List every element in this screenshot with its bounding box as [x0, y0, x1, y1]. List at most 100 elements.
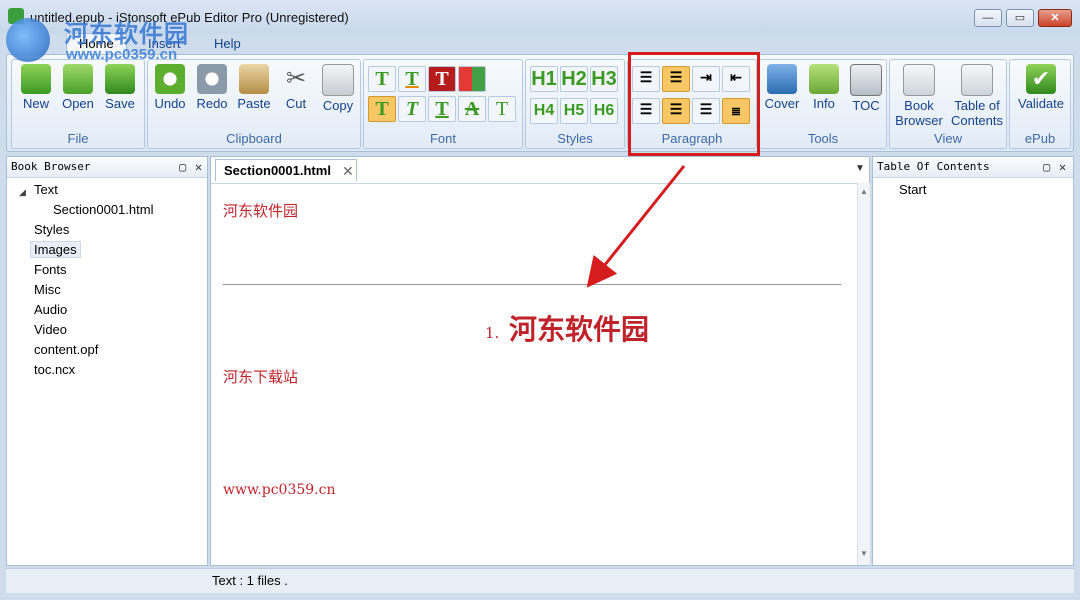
toc-float-icon[interactable]: ▢	[1043, 157, 1050, 177]
tree-item-video[interactable]: Video	[34, 322, 67, 337]
panel-close-icon[interactable]: ✕	[195, 157, 202, 177]
doc-line-1: 河东软件园	[223, 202, 299, 220]
validate-button[interactable]: ✔ Validate	[1012, 64, 1070, 111]
doc-line-3: www.pc0359.cn	[223, 482, 336, 498]
undo-button[interactable]: Undo	[150, 64, 190, 111]
tab-help[interactable]: Help	[202, 34, 253, 54]
close-icon: ✕	[1050, 12, 1060, 24]
table-of-contents-button[interactable]: Table of Contents	[948, 64, 1006, 128]
italic-button[interactable]: T	[398, 96, 426, 122]
save-button[interactable]: Save	[100, 64, 140, 111]
maximize-button[interactable]: ▭	[1006, 9, 1034, 27]
paragraph-highlight-box	[628, 52, 760, 156]
font-background-button[interactable]: T	[428, 66, 456, 92]
save-icon	[105, 64, 135, 94]
heading-1-button[interactable]: H1	[530, 66, 558, 92]
epub-group: ✔ Validate ePub	[1009, 59, 1071, 149]
new-icon	[21, 64, 51, 94]
editor-pane: Section0001.html ✕ ▼ 河东软件园 1. 河东软件园 河东下载…	[210, 156, 870, 566]
tools-group: Cover Info TOC Tools	[759, 59, 887, 149]
tree-item-audio[interactable]: Audio	[34, 302, 67, 317]
bold-button[interactable]: T	[368, 96, 396, 122]
tab-label: Section0001.html	[224, 163, 331, 178]
tree-item-content-opf[interactable]: content.opf	[34, 342, 98, 357]
vertical-scrollbar[interactable]: ▲ ▼	[857, 183, 870, 565]
book-browser-button[interactable]: Book Browser	[892, 64, 946, 128]
toc-button[interactable]: TOC	[846, 64, 886, 113]
file-group-label: File	[67, 131, 89, 146]
tree-item-section0001[interactable]: Section0001.html	[53, 202, 153, 217]
paste-button[interactable]: Paste	[234, 64, 274, 111]
clipboard-group-label: Clipboard	[226, 131, 282, 146]
heading-4-button[interactable]: H4	[530, 98, 558, 124]
clipboard-group: Undo Redo Paste ✂ Cut Copy Clipboard	[147, 59, 361, 149]
info-icon	[809, 64, 839, 94]
file-group: New Open Save File	[11, 59, 145, 149]
normal-text-button[interactable]: T	[488, 96, 516, 122]
cut-button[interactable]: ✂ Cut	[276, 64, 316, 111]
info-button[interactable]: Info	[804, 64, 844, 111]
font-color-button[interactable]: T	[368, 66, 396, 92]
horizontal-rule	[223, 284, 841, 285]
tree-item-images[interactable]: Images	[30, 241, 81, 258]
panel-float-icon[interactable]: ▢	[179, 157, 186, 177]
tree-item-toc-ncx[interactable]: toc.ncx	[34, 362, 75, 377]
strikethrough-button[interactable]: A	[458, 96, 486, 122]
copy-button[interactable]: Copy	[318, 64, 358, 113]
font-group: T T T T T T A T Font	[363, 59, 523, 149]
book-browser-title: Book Browser	[11, 160, 91, 173]
document-content[interactable]: 河东软件园 1. 河东软件园 河东下载站 www.pc0359.cn	[211, 183, 857, 566]
book-browser-panel: Book Browser ▢ ✕ ◢ Text Section0001.html…	[6, 156, 208, 566]
tree-item-fonts[interactable]: Fonts	[34, 262, 67, 277]
heading-2-button[interactable]: H2	[560, 66, 588, 92]
tab-section0001[interactable]: Section0001.html ✕	[215, 159, 357, 181]
color-palette-button[interactable]	[458, 66, 486, 92]
undo-icon	[155, 64, 185, 94]
redo-button[interactable]: Redo	[192, 64, 232, 111]
app-window: untitled.epub - iStonsoft ePub Editor Pr…	[0, 0, 1080, 600]
scroll-up-icon[interactable]: ▲	[860, 187, 868, 196]
tree-expand-icon[interactable]: ◢	[19, 187, 26, 198]
new-button[interactable]: New	[16, 64, 56, 111]
underline-button[interactable]: T	[428, 96, 456, 122]
paste-icon	[239, 64, 269, 94]
open-folder-icon	[63, 64, 93, 94]
toc-header: Table Of Contents ▢ ✕	[873, 157, 1073, 178]
tab-dropdown-icon[interactable]: ▼	[855, 163, 865, 174]
cover-icon	[767, 64, 797, 94]
view-group: Book Browser Table of Contents View	[889, 59, 1007, 149]
tree-item-text[interactable]: Text	[34, 182, 58, 197]
open-button[interactable]: Open	[58, 64, 98, 111]
heading-5-button[interactable]: H5	[560, 98, 588, 124]
cover-button[interactable]: Cover	[762, 64, 802, 111]
close-button[interactable]: ✕	[1038, 9, 1072, 27]
tree-item-misc[interactable]: Misc	[34, 282, 61, 297]
heading-3-button[interactable]: H3	[590, 66, 618, 92]
heading-6-button[interactable]: H6	[590, 98, 618, 124]
tab-close-icon[interactable]: ✕	[342, 160, 354, 182]
redo-icon	[197, 64, 227, 94]
watermark-url: www.pc0359.cn	[66, 46, 178, 63]
minimize-icon: —	[982, 12, 994, 24]
book-browser-icon	[903, 64, 935, 96]
styles-group: H1 H2 H3 H4 H5 H6 Styles	[525, 59, 625, 149]
tools-group-label: Tools	[807, 131, 839, 146]
font-group-label: Font	[429, 131, 456, 146]
status-bar: Text : 1 files .	[6, 568, 1074, 593]
table-of-contents-icon	[961, 64, 993, 96]
ribbon: New Open Save File Undo Redo Paste ✂ Cut…	[6, 54, 1074, 152]
status-text: Text : 1 files .	[212, 573, 288, 588]
toc-title: Table Of Contents	[877, 160, 990, 173]
maximize-icon: ▭	[1014, 12, 1026, 24]
doc-line-2: 河东下载站	[223, 368, 299, 386]
toc-close-icon[interactable]: ✕	[1059, 157, 1066, 177]
checkmark-icon: ✔	[1026, 64, 1056, 94]
minimize-button[interactable]: —	[974, 9, 1002, 27]
scroll-down-icon[interactable]: ▼	[860, 549, 868, 558]
tree-item-styles[interactable]: Styles	[34, 222, 69, 237]
book-browser-header: Book Browser ▢ ✕	[7, 157, 207, 178]
toc-item-start[interactable]: Start	[899, 182, 926, 197]
copy-icon	[322, 64, 354, 96]
highlight-color-button[interactable]: T	[398, 66, 426, 92]
styles-group-label: Styles	[557, 131, 593, 146]
